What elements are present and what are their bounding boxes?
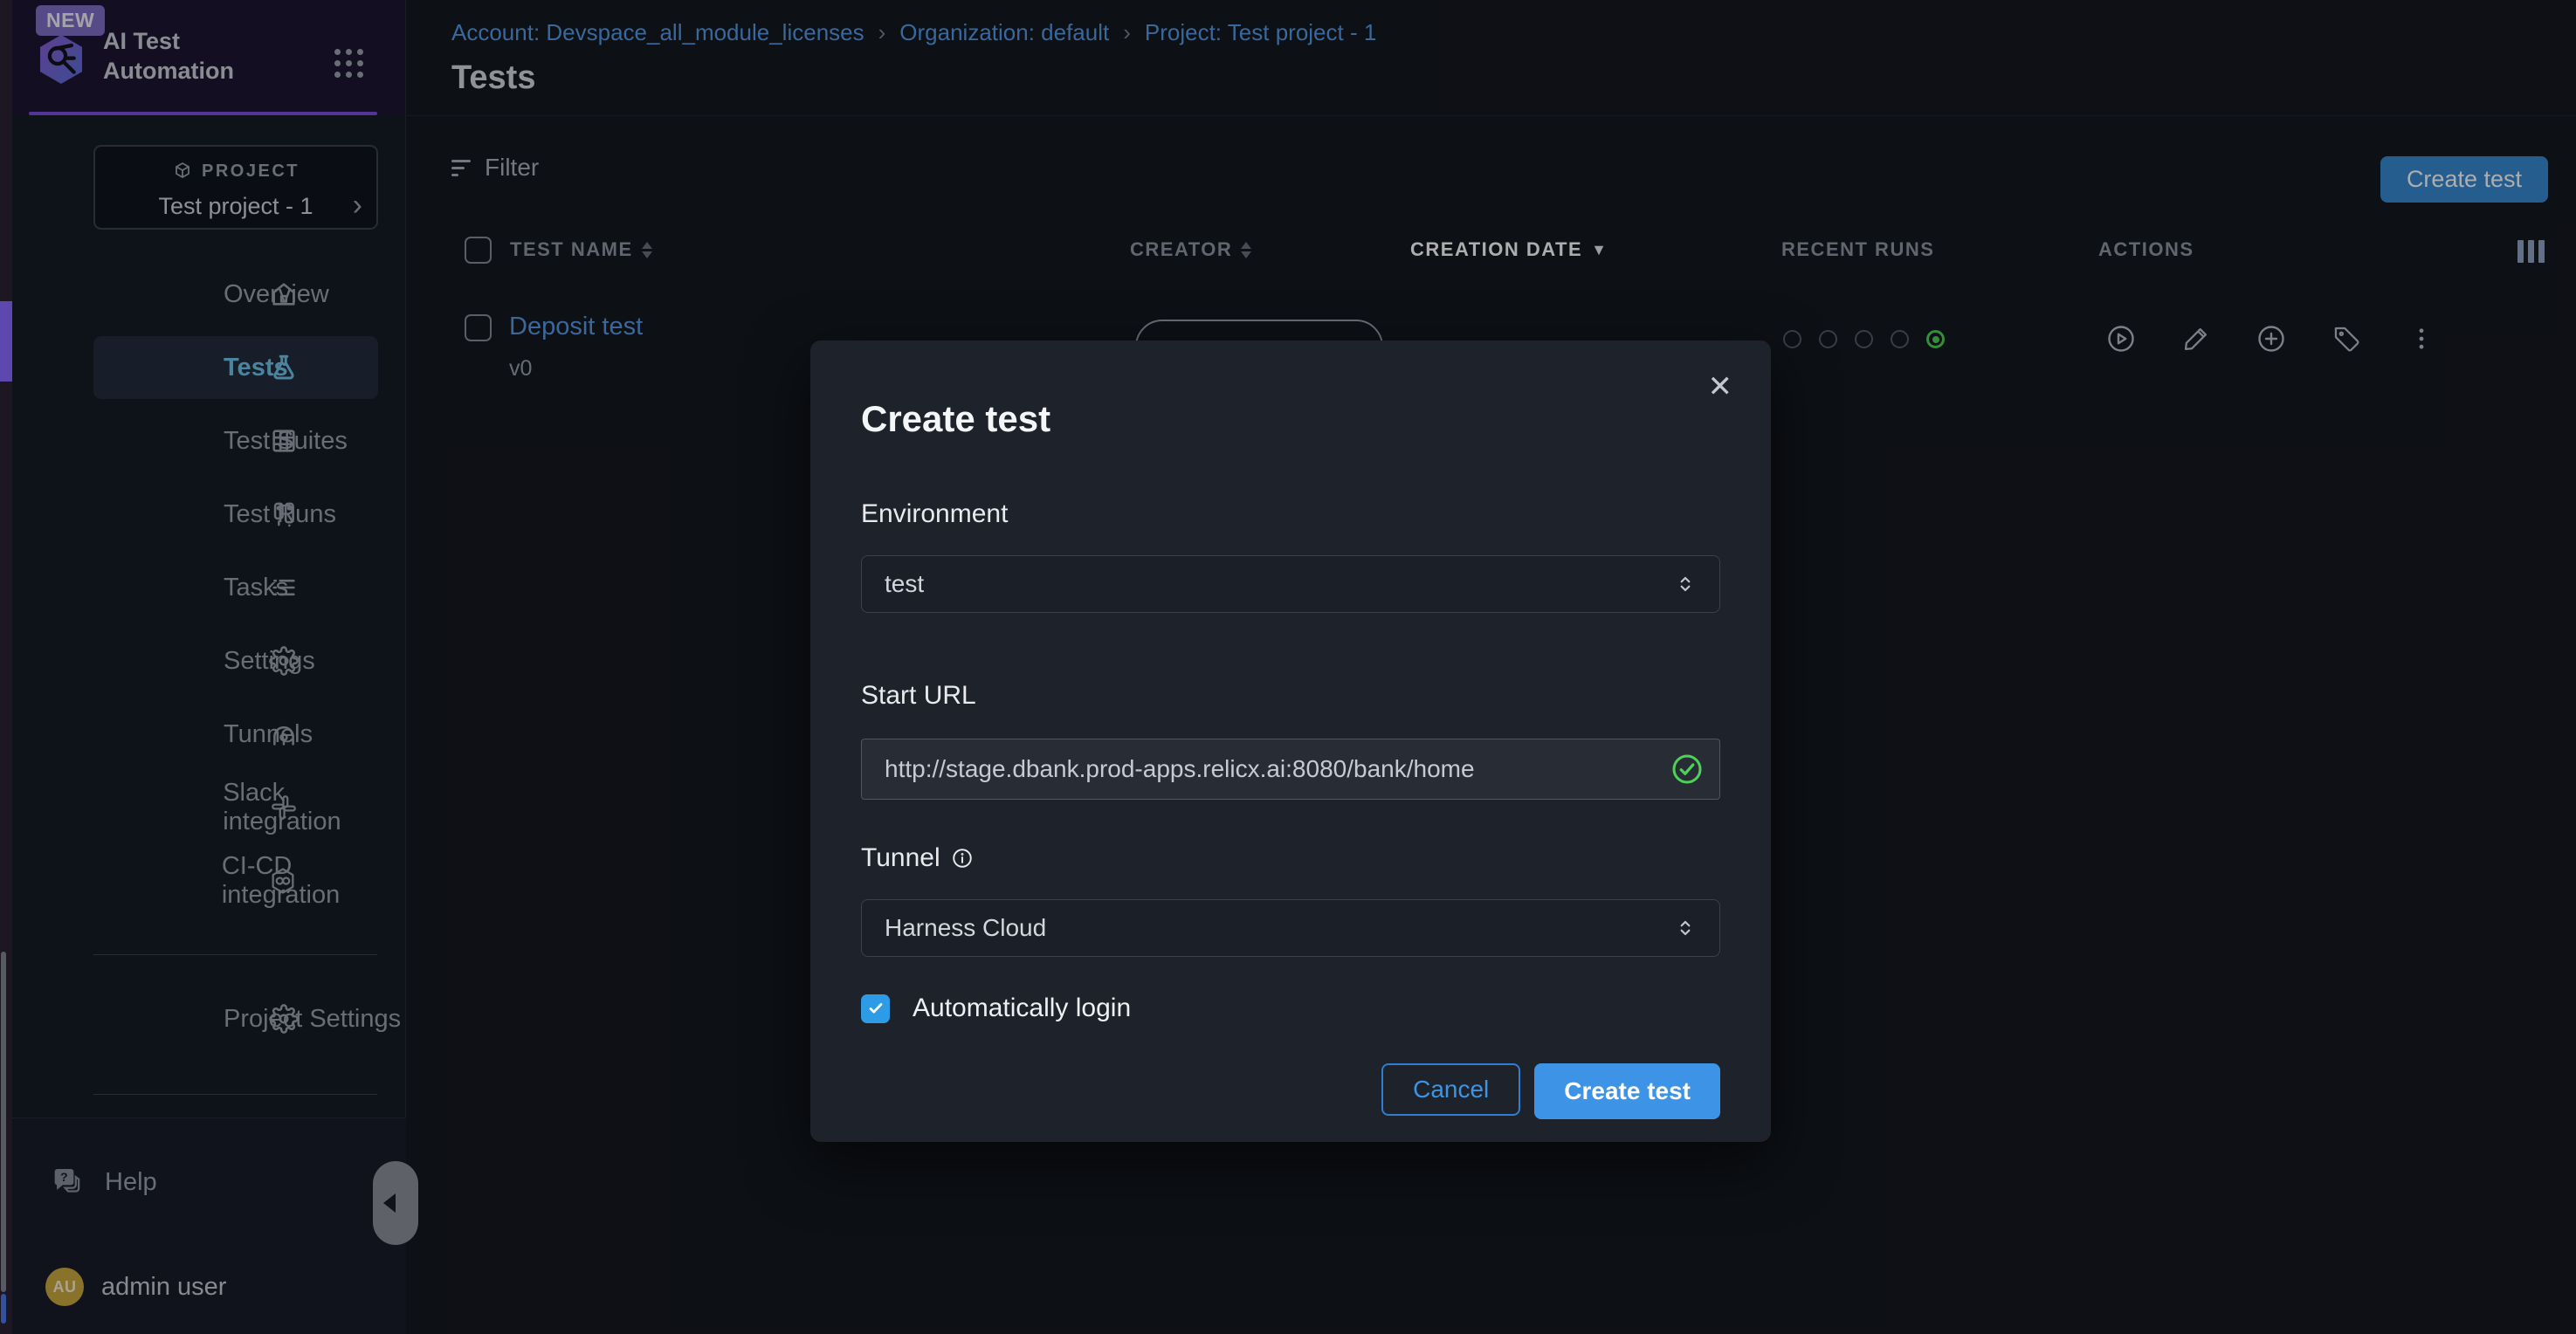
- select-chevrons-icon: [1674, 573, 1697, 595]
- start-url-input[interactable]: [861, 739, 1720, 800]
- start-url-field-wrap: [861, 739, 1720, 800]
- info-icon[interactable]: [951, 847, 974, 870]
- tunnel-label-row: Tunnel: [861, 843, 1720, 873]
- environment-label: Environment: [861, 499, 1720, 529]
- auto-login-checkbox[interactable]: [861, 994, 890, 1023]
- start-url-label: Start URL: [861, 681, 1720, 711]
- app-root: NEW AI Test Automation: [0, 0, 2576, 1334]
- tunnel-value: Harness Cloud: [885, 914, 1674, 942]
- select-chevrons-icon: [1674, 917, 1697, 939]
- tunnel-label: Tunnel: [861, 843, 940, 873]
- environment-value: test: [885, 570, 1674, 598]
- modal-title: Create test: [861, 340, 1720, 440]
- modal-footer: Cancel Create test: [861, 1063, 1720, 1119]
- tunnel-select[interactable]: Harness Cloud: [861, 899, 1720, 957]
- check-icon: [866, 999, 885, 1018]
- auto-login-label: Automatically login: [913, 994, 1131, 1023]
- url-valid-check-icon: [1671, 753, 1703, 785]
- auto-login-row[interactable]: Automatically login: [861, 994, 1720, 1023]
- modal-create-test-button[interactable]: Create test: [1534, 1063, 1720, 1119]
- environment-select[interactable]: test: [861, 555, 1720, 613]
- create-test-modal: ✕ Create test Environment test Start URL…: [810, 340, 1771, 1142]
- close-icon[interactable]: ✕: [1708, 372, 1733, 402]
- cancel-button[interactable]: Cancel: [1381, 1063, 1520, 1116]
